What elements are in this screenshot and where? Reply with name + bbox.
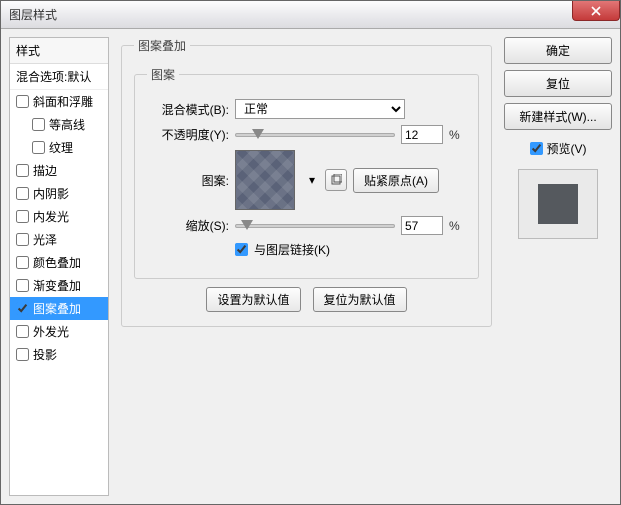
sidebar-item-color-overlay[interactable]: 颜色叠加	[10, 251, 108, 274]
percent-label: %	[449, 219, 460, 233]
preview-box	[518, 169, 598, 239]
checkbox-icon[interactable]	[16, 210, 29, 223]
right-column: 确定 复位 新建样式(W)... 预览(V)	[504, 37, 612, 496]
sidebar-header: 样式	[10, 38, 108, 64]
sidebar-item-label: 外发光	[33, 323, 69, 340]
checkbox-icon[interactable]	[16, 348, 29, 361]
link-label: 与图层链接(K)	[254, 241, 330, 258]
percent-label: %	[449, 128, 460, 142]
sidebar-item-label: 斜面和浮雕	[33, 93, 93, 110]
inner-title: 图案	[147, 66, 179, 83]
checkbox-icon[interactable]	[16, 325, 29, 338]
sidebar-item-outer-glow[interactable]: 外发光	[10, 320, 108, 343]
sidebar-item-texture[interactable]: 纹理	[10, 136, 108, 159]
link-row: 与图层链接(K)	[147, 241, 466, 258]
default-buttons: 设置为默认值 复位为默认值	[134, 287, 479, 312]
sidebar-item-contour[interactable]: 等高线	[10, 113, 108, 136]
preview-label: 预览(V)	[547, 140, 587, 157]
scale-input[interactable]	[401, 216, 443, 235]
sidebar-item-label: 颜色叠加	[33, 254, 81, 271]
sidebar-item-label: 光泽	[33, 231, 57, 248]
scale-label: 缩放(S):	[147, 217, 229, 234]
snap-origin-button[interactable]: 贴紧原点(A)	[353, 168, 439, 193]
blend-label: 混合模式(B):	[147, 101, 229, 118]
scale-row: 缩放(S): %	[147, 216, 466, 235]
checkbox-icon[interactable]	[32, 118, 45, 131]
scale-slider[interactable]	[235, 224, 395, 228]
checkbox-icon[interactable]	[16, 256, 29, 269]
sidebar-item-label: 图案叠加	[33, 300, 81, 317]
preview-swatch	[538, 184, 578, 224]
preview-checkbox[interactable]	[530, 142, 543, 155]
sidebar-item-inner-shadow[interactable]: 内阴影	[10, 182, 108, 205]
sidebar-item-label: 描边	[33, 162, 57, 179]
blend-mode-row: 混合模式(B): 正常	[147, 99, 466, 119]
opacity-row: 不透明度(Y): %	[147, 125, 466, 144]
opacity-label: 不透明度(Y):	[147, 126, 229, 143]
sidebar-item-label: 等高线	[49, 116, 85, 133]
set-default-button[interactable]: 设置为默认值	[206, 287, 300, 312]
checkbox-icon[interactable]	[32, 141, 45, 154]
sidebar-item-gradient-overlay[interactable]: 渐变叠加	[10, 274, 108, 297]
sidebar-item-inner-glow[interactable]: 内发光	[10, 205, 108, 228]
chevron-down-icon[interactable]: ▾	[305, 173, 319, 187]
main-panel: 图案叠加 图案 混合模式(B): 正常 不透明度(Y):	[121, 37, 492, 496]
pattern-thumbnail[interactable]	[235, 150, 295, 210]
layer-style-dialog: 图层样式 样式 混合选项:默认 斜面和浮雕 等高线 纹理 描边	[0, 0, 621, 505]
titlebar[interactable]: 图层样式	[1, 1, 620, 29]
slider-thumb-icon[interactable]	[252, 129, 264, 139]
sidebar-item-satin[interactable]: 光泽	[10, 228, 108, 251]
checkbox-icon[interactable]	[16, 187, 29, 200]
sidebar-item-label: 投影	[33, 346, 57, 363]
pattern-row: 图案: ▾ 贴紧原点(A)	[147, 150, 466, 210]
window-title: 图层样式	[9, 6, 57, 23]
pattern-overlay-group: 图案叠加 图案 混合模式(B): 正常 不透明度(Y):	[121, 37, 492, 327]
sidebar-item-bevel[interactable]: 斜面和浮雕	[10, 90, 108, 113]
sidebar-item-drop-shadow[interactable]: 投影	[10, 343, 108, 366]
styles-sidebar: 样式 混合选项:默认 斜面和浮雕 等高线 纹理 描边 内阴影	[9, 37, 109, 496]
checkbox-icon[interactable]	[16, 302, 29, 315]
sidebar-item-label: 内发光	[33, 208, 69, 225]
checkbox-icon[interactable]	[16, 279, 29, 292]
sidebar-item-pattern-overlay[interactable]: 图案叠加	[10, 297, 108, 320]
new-style-button[interactable]: 新建样式(W)...	[504, 103, 612, 130]
sidebar-item-stroke[interactable]: 描边	[10, 159, 108, 182]
group-title: 图案叠加	[134, 37, 190, 54]
close-button[interactable]	[572, 1, 620, 21]
ok-button[interactable]: 确定	[504, 37, 612, 64]
link-layer-checkbox[interactable]	[235, 243, 248, 256]
reset-button[interactable]: 复位	[504, 70, 612, 97]
pattern-label: 图案:	[147, 172, 229, 189]
checkbox-icon[interactable]	[16, 95, 29, 108]
close-icon	[591, 6, 601, 16]
opacity-slider[interactable]	[235, 133, 395, 137]
sidebar-item-label: 内阴影	[33, 185, 69, 202]
checkbox-icon[interactable]	[16, 164, 29, 177]
opacity-input[interactable]	[401, 125, 443, 144]
sidebar-item-label: 渐变叠加	[33, 277, 81, 294]
reset-default-button[interactable]: 复位为默认值	[313, 287, 407, 312]
preview-row: 预览(V)	[504, 140, 612, 157]
slider-thumb-icon[interactable]	[241, 220, 253, 230]
sidebar-blend-default[interactable]: 混合选项:默认	[10, 64, 108, 90]
dialog-content: 样式 混合选项:默认 斜面和浮雕 等高线 纹理 描边 内阴影	[1, 29, 620, 504]
pattern-group: 图案 混合模式(B): 正常 不透明度(Y): %	[134, 66, 479, 279]
new-preset-icon	[330, 174, 342, 186]
new-preset-button[interactable]	[325, 169, 347, 191]
checkbox-icon[interactable]	[16, 233, 29, 246]
blend-mode-select[interactable]: 正常	[235, 99, 405, 119]
sidebar-item-label: 纹理	[49, 139, 73, 156]
